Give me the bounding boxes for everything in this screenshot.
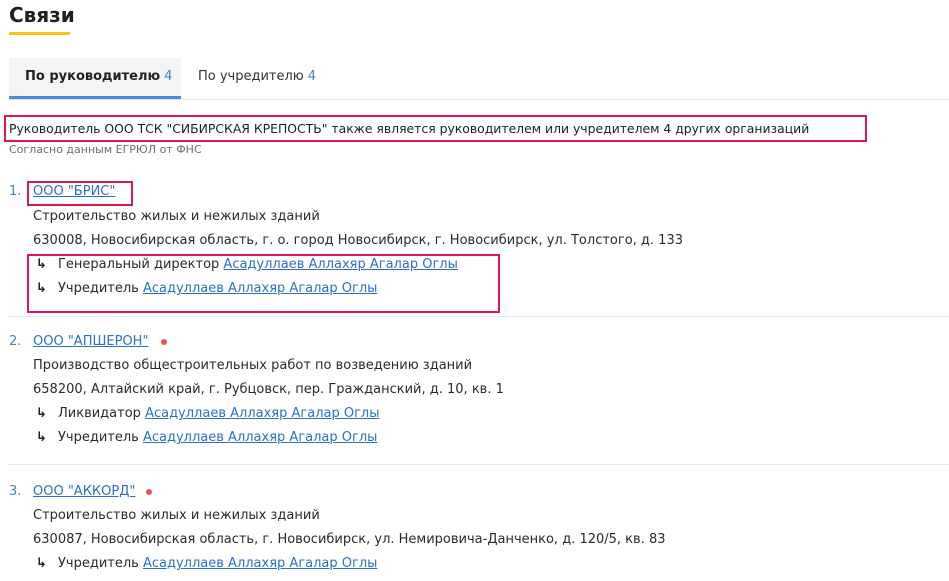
relation-arrow-icon: ↳ [36, 430, 47, 445]
tab-by-manager[interactable]: По руководителю 4 [9, 58, 181, 99]
relation-arrow-icon: ↳ [36, 281, 47, 296]
liquidated-status-dot [161, 339, 167, 345]
tab-by-founder-count: 4 [307, 69, 317, 84]
tab-by-manager-label: По руководителю [25, 69, 161, 84]
relation-role: Ликвидатор [58, 406, 141, 421]
tab-by-founder[interactable]: По учредителю 4 [198, 58, 316, 96]
org-number: 3. [9, 484, 22, 499]
org-activity: Производство общестроительных работ по в… [33, 358, 473, 373]
summary-text: Руководитель ООО ТСК "СИБИРСКАЯ КРЕПОСТЬ… [4, 115, 867, 142]
relation-role: Учредитель [58, 430, 139, 445]
relation-row: ↳ Генеральный директор Асадуллаев Аллахяр… [36, 256, 458, 274]
divider [9, 316, 949, 317]
org-name-link[interactable]: ООО "БРИС" [33, 183, 115, 201]
liquidated-status-dot [146, 489, 152, 495]
person-link[interactable]: Асадуллаев Аллахяр Агалар Оглы [143, 281, 377, 296]
relation-role: Учредитель [58, 281, 139, 296]
person-link[interactable]: Асадуллаев Аллахяр Агалар Оглы [143, 430, 377, 445]
divider [9, 464, 949, 465]
relation-row: ↳ Учредитель Асадуллаев Аллахяр Агалар Ог… [36, 429, 377, 447]
relation-role: Генеральный директор [58, 257, 220, 272]
relation-row: ↳ Ликвидатор Асадуллаев Аллахяр Агалар Ог… [36, 405, 380, 423]
relation-arrow-icon: ↳ [36, 406, 47, 421]
org-address: 630087, Новосибирская область, г. Новоси… [33, 532, 666, 547]
tabs-bar: По руководителю 4 По учредителю 4 [9, 58, 949, 100]
tab-by-founder-label: По учредителю [198, 69, 304, 84]
person-link[interactable]: Асадуллаев Аллахяр Агалар Оглы [145, 406, 379, 421]
person-link[interactable]: Асадуллаев Аллахяр Агалар Оглы [143, 556, 377, 571]
org-number: 1. [9, 184, 22, 199]
org-address: 630008, Новосибирская область, г. о. гор… [33, 233, 683, 248]
title-underline [9, 32, 70, 35]
page-title: Связи [9, 3, 75, 27]
org-activity: Строительство жилых и нежилых зданий [33, 209, 320, 224]
org-address: 658200, Алтайский край, г. Рубцовск, пер… [33, 382, 504, 397]
tab-by-manager-count: 4 [164, 69, 173, 84]
org-name-link[interactable]: ООО "АККОРД" [33, 483, 135, 501]
source-note: Согласно данным ЕГРЮЛ от ФНС [9, 143, 202, 156]
org-activity: Строительство жилых и нежилых зданий [33, 508, 320, 523]
relation-arrow-icon: ↳ [36, 556, 47, 571]
person-link[interactable]: Асадуллаев Аллахяр Агалар Оглы [223, 257, 457, 272]
relation-row: ↳ Учредитель Асадуллаев Аллахяр Агалар Ог… [36, 555, 377, 573]
org-number: 2. [9, 334, 22, 349]
connections-page: Связи По руководителю 4 По учредителю 4 Ру… [0, 0, 949, 581]
relation-row: ↳ Учредитель Асадуллаев Аллахяр Агалар Ог… [36, 280, 377, 298]
org-name-link[interactable]: ООО "АПШЕРОН" [33, 333, 148, 351]
relation-role: Учредитель [58, 556, 139, 571]
relation-arrow-icon: ↳ [36, 257, 47, 272]
